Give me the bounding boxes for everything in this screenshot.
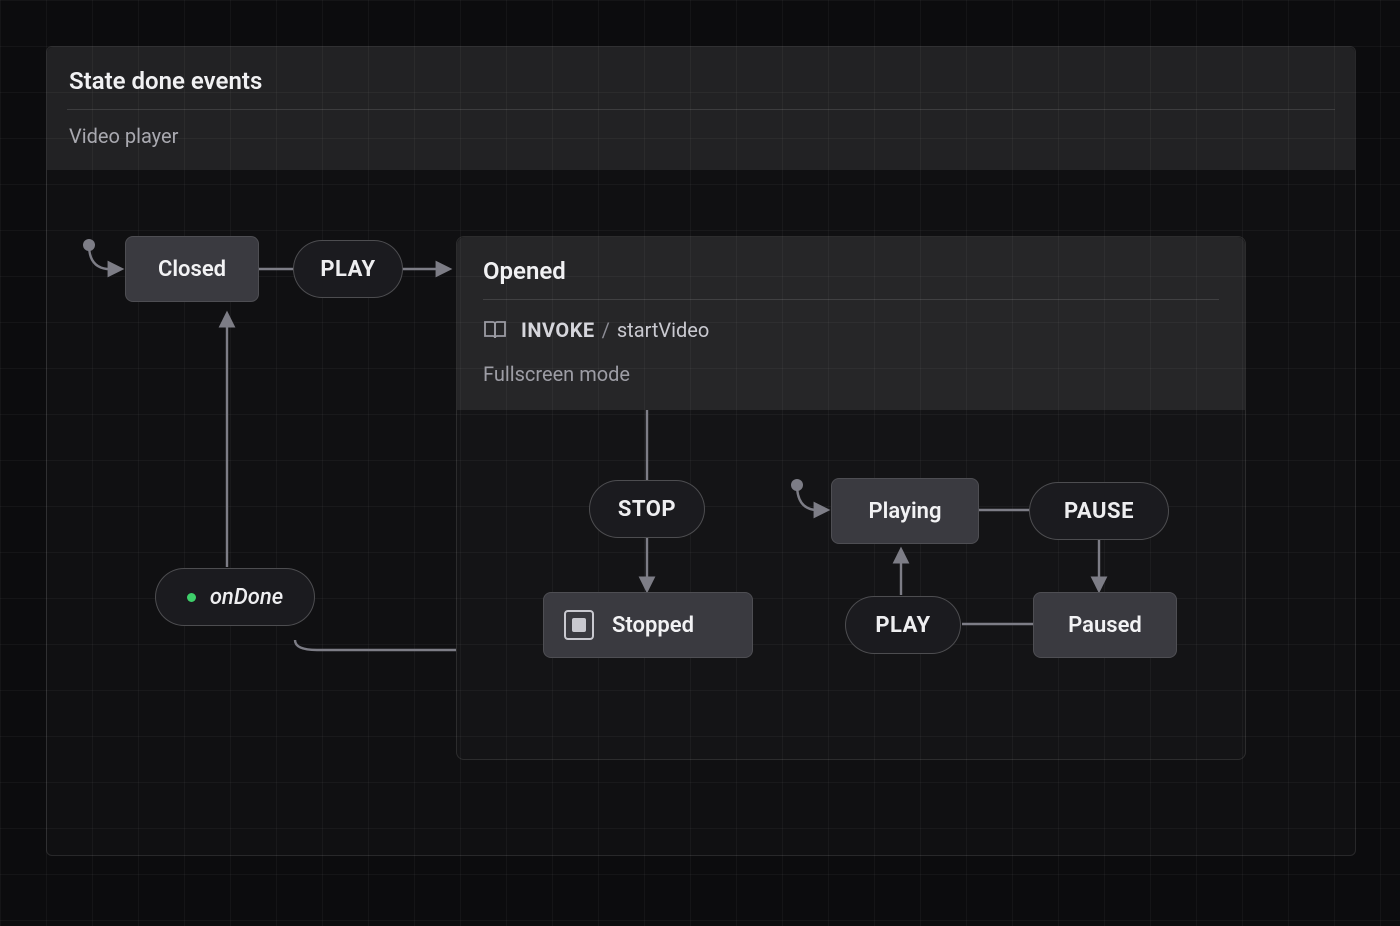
- invoke-row: INVOKE / startVideo: [483, 300, 1219, 346]
- state-label: Playing: [869, 499, 942, 524]
- event-label: PLAY: [320, 257, 375, 282]
- state-closed[interactable]: Closed: [125, 236, 259, 302]
- state-opened-subtitle: Fullscreen mode: [483, 346, 1219, 392]
- event-play-resume[interactable]: PLAY: [845, 596, 961, 654]
- machine-subtitle: Video player: [69, 110, 1333, 152]
- state-paused[interactable]: Paused: [1033, 592, 1177, 658]
- invoke-icon: [483, 320, 507, 340]
- event-label: PLAY: [875, 613, 930, 638]
- event-pause[interactable]: PAUSE: [1029, 482, 1169, 540]
- state-label: Closed: [158, 257, 226, 282]
- event-label: PAUSE: [1064, 499, 1134, 524]
- invoke-slash: /: [597, 318, 615, 342]
- event-label: onDone: [210, 585, 283, 610]
- done-indicator-icon: [187, 593, 196, 602]
- state-playing[interactable]: Playing: [831, 478, 979, 544]
- invoke-keyword: INVOKE: [521, 318, 595, 342]
- machine-body: Closed PLAY onDone Opened: [47, 170, 1355, 848]
- state-opened-body: STOP Stopped Playing PAUSE: [457, 410, 1245, 746]
- machine-title: State done events: [69, 61, 1333, 109]
- event-stop[interactable]: STOP: [589, 480, 705, 538]
- machine-header: State done events Video player: [47, 47, 1355, 170]
- invoke-name: startVideo: [617, 318, 709, 342]
- state-opened-header: Opened INVOKE / startVideo: [457, 237, 1245, 410]
- event-ondone[interactable]: onDone: [155, 568, 315, 626]
- statechart-canvas[interactable]: State done events Video player: [0, 0, 1400, 926]
- event-label: STOP: [618, 497, 676, 522]
- state-label: Stopped: [612, 613, 694, 638]
- event-play[interactable]: PLAY: [293, 240, 403, 298]
- state-stopped[interactable]: Stopped: [543, 592, 753, 658]
- final-state-icon: [564, 610, 594, 640]
- machine-container: State done events Video player: [46, 46, 1356, 856]
- state-opened-title: Opened: [483, 251, 1219, 299]
- state-opened[interactable]: Opened INVOKE / startVideo: [456, 236, 1246, 760]
- state-label: Paused: [1068, 613, 1142, 638]
- opened-edges-layer: [457, 410, 1247, 746]
